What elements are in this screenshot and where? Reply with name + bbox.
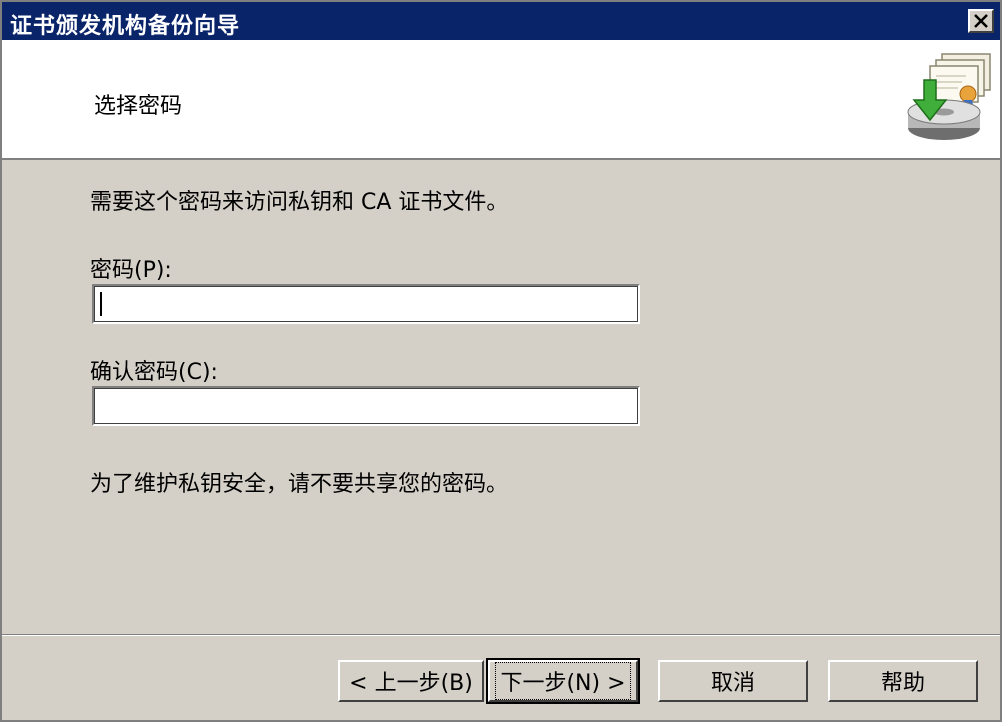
next-button[interactable]: 下一步(N) > [486, 658, 640, 704]
page-title: 选择密码 [94, 94, 183, 119]
description-text: 需要这个密码来访问私钥和 CA 证书文件。 [90, 190, 509, 215]
back-button[interactable]: < 上一步(B) [338, 660, 484, 702]
wizard-content: 需要这个密码来访问私钥和 CA 证书文件。 密码(P): 确认密码(C): 为了… [2, 160, 1000, 630]
back-button-label: < 上一步(B) [349, 671, 473, 696]
close-icon [974, 14, 988, 28]
confirm-password-field[interactable] [92, 386, 640, 426]
close-button[interactable] [968, 9, 994, 33]
cancel-button-label: 取消 [710, 671, 755, 696]
cancel-button[interactable]: 取消 [658, 660, 808, 702]
password-label: 密码(P): [90, 258, 172, 283]
wizard-window: 证书颁发机构备份向导 选择密码 需要这个密码来访问私钥和 CA 证书文件。 密码 [0, 0, 1002, 722]
confirm-password-label: 确认密码(C): [90, 360, 218, 385]
text-caret [100, 292, 102, 316]
password-field[interactable] [92, 284, 640, 324]
next-button-label: 下一步(N) > [495, 662, 631, 700]
window-title: 证书颁发机构备份向导 [10, 14, 241, 39]
wizard-header: 选择密码 [2, 40, 1000, 160]
help-button-label: 帮助 [880, 671, 925, 696]
title-bar[interactable]: 证书颁发机构备份向导 [2, 2, 1000, 40]
security-notice: 为了维护私钥安全，请不要共享您的密码。 [90, 472, 509, 497]
footer-separator [2, 634, 1000, 636]
certificate-backup-icon [907, 53, 991, 140]
help-button[interactable]: 帮助 [828, 660, 978, 702]
